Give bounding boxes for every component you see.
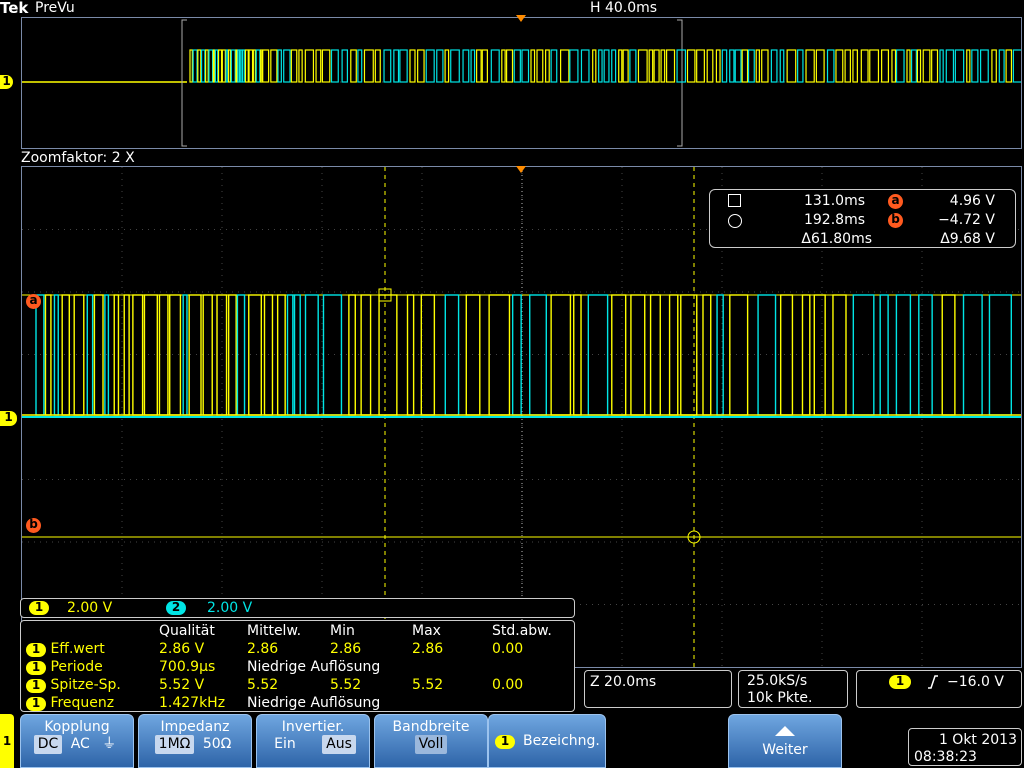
label-ch-badge: 1 [495, 735, 515, 749]
invert-on[interactable]: Ein [270, 735, 300, 754]
header-mean: Mittelw. [247, 623, 302, 639]
coupling-dc[interactable]: DC [33, 735, 63, 754]
softkey-channel-marker: 1 [0, 714, 14, 768]
measurement-panel: Qualität Mittelw. Min Max Std.abw. 1 Eff… [20, 620, 575, 712]
cursor-t2: 192.8ms [803, 212, 865, 228]
label-title: Bezeichng. [523, 733, 600, 749]
meas-stddev: 0.00 [492, 641, 524, 657]
overview-graticule [21, 17, 1023, 149]
meas-min: 5.52 [330, 677, 362, 693]
meas-stddev: 0.00 [492, 677, 524, 693]
bandwidth-button[interactable]: Bandbreite Voll [374, 714, 488, 768]
horizontal-scale: H 40.0ms [590, 0, 658, 16]
rising-edge-icon [928, 675, 938, 689]
ref-a-marker: a [26, 294, 41, 309]
meas-name: Spitze-Sp. [50, 677, 121, 693]
brand-logo: Tek [0, 0, 29, 17]
meas-row-period[interactable]: 1 Periode 700.9µs Niedrige Auflösung [26, 658, 562, 676]
ref-b-icon: b [888, 213, 903, 228]
impedance-title: Impedanz [160, 719, 230, 735]
trigger-ch-badge: 1 [889, 675, 911, 689]
cursor-vb: −4.72 V [938, 212, 995, 228]
date: 1 Okt 2013 [938, 732, 1017, 748]
meas-value: 700.9µs [159, 659, 216, 675]
ch1-scale: 2.00 V [67, 600, 113, 616]
cursor-va: 4.96 V [949, 193, 995, 209]
cursor-delta-v: Δ9.68 V [940, 231, 995, 247]
cursor-readout: 131.0ms 192.8ms Δ61.80ms a b 4.96 V −4.7… [709, 189, 1016, 248]
meas-mean: 2.86 [247, 641, 279, 657]
meas-name: Periode [50, 659, 103, 675]
meas-value: 1.427kHz [159, 695, 226, 711]
zoom-timebase-readout[interactable]: Z 20.0ms [584, 670, 732, 708]
square-cursor-icon [728, 194, 741, 207]
meas-value: 2.86 V [159, 641, 205, 657]
zoom-trigger-marker [516, 166, 526, 173]
meas-max: 5.52 [412, 677, 444, 693]
meas-note: Niedrige Auflösung [247, 695, 381, 711]
ch1-ground-marker: 1 [0, 411, 17, 426]
ref-b-marker: b [26, 518, 41, 533]
invert-off[interactable]: Aus [322, 735, 356, 754]
zoom-factor-label: Zoomfaktor: 2 X [21, 150, 135, 166]
record-length: 10k Pkte. [747, 690, 813, 706]
cursor-t1: 131.0ms [803, 193, 865, 209]
ch2-badge: 2 [166, 601, 186, 615]
meas-mean: 5.52 [247, 677, 279, 693]
trigger-readout[interactable]: 1 −16.0 V [856, 670, 1022, 708]
chevron-up-icon [775, 726, 795, 736]
header-stddev: Std.abw. [492, 623, 552, 639]
meas-value: 5.52 V [159, 677, 205, 693]
cursor-delta-t: Δ61.80ms [801, 231, 872, 247]
ref-a-icon: a [888, 194, 903, 209]
header-min: Min [330, 623, 355, 639]
impedance-1m[interactable]: 1MΩ [154, 735, 195, 754]
ch1-badge: 1 [29, 601, 49, 615]
meas-name: Eff.wert [50, 641, 105, 657]
coupling-ac[interactable]: AC [67, 735, 94, 754]
ch1-badge: 1 [26, 697, 46, 711]
zoom-timebase: Z 20.0ms [590, 674, 657, 690]
ch2-scale: 2.00 V [207, 600, 253, 616]
ch1-badge: 1 [26, 661, 46, 675]
overview-ch1-marker: 1 [0, 75, 13, 89]
invert-title: Invertier. [281, 719, 345, 735]
impedance-50[interactable]: 50Ω [199, 735, 236, 754]
meas-row-rms[interactable]: 1 Eff.wert 2.86 V 2.86 2.86 2.86 0.00 [26, 640, 562, 658]
coupling-title: Kopplung [44, 719, 110, 735]
datetime-box: 1 Okt 2013 08:38:23 [908, 728, 1022, 766]
channel-scale-bar: 1 2.00 V 2 2.00 V [20, 598, 575, 618]
meas-row-pk2pk[interactable]: 1 Spitze-Sp. 5.52 V 5.52 5.52 5.52 0.00 [26, 676, 562, 694]
impedance-button[interactable]: Impedanz 1MΩ 50Ω [138, 714, 252, 768]
meas-min: 2.86 [330, 641, 362, 657]
meas-row-frequency[interactable]: 1 Frequenz 1.427kHz Niedrige Auflösung [26, 694, 562, 712]
label-button[interactable]: 1 Bezeichng. [488, 714, 606, 768]
circle-cursor-icon [728, 214, 742, 228]
ch1-badge: 1 [26, 643, 46, 657]
time: 08:38:23 [914, 749, 977, 765]
overview-waveform [22, 19, 1023, 147]
sample-rate: 25.0kS/s [747, 673, 808, 689]
meas-max: 2.86 [412, 641, 444, 657]
more-button[interactable]: Weiter [728, 714, 842, 768]
meas-name: Frequenz [50, 695, 115, 711]
header-max: Max [412, 623, 441, 639]
header-quality: Qualität [159, 623, 215, 639]
meas-note: Niedrige Auflösung [247, 659, 381, 675]
coupling-button[interactable]: Kopplung DC AC ⏚ [20, 714, 134, 768]
trigger-level: −16.0 V [947, 674, 1004, 690]
invert-button[interactable]: Invertier. Ein Aus [256, 714, 370, 768]
trigger-position-marker [516, 15, 526, 22]
more-title: Weiter [762, 742, 808, 758]
bandwidth-value: Voll [414, 735, 448, 754]
sample-rate-readout[interactable]: 25.0kS/s 10k Pkte. [738, 670, 848, 708]
ch1-badge: 1 [26, 679, 46, 693]
acquisition-mode: PreVu [35, 0, 75, 16]
coupling-gnd-icon[interactable]: ⏚ [98, 735, 120, 754]
bandwidth-title: Bandbreite [392, 719, 470, 735]
